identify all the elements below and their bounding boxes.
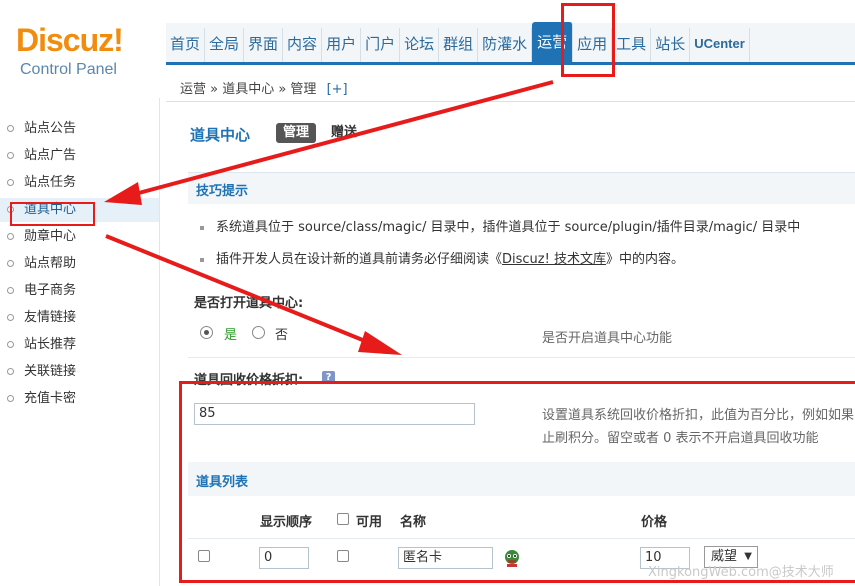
watermark: XingkongWeb.com@技术大师	[648, 565, 834, 580]
annotation-arrows	[104, 80, 554, 355]
